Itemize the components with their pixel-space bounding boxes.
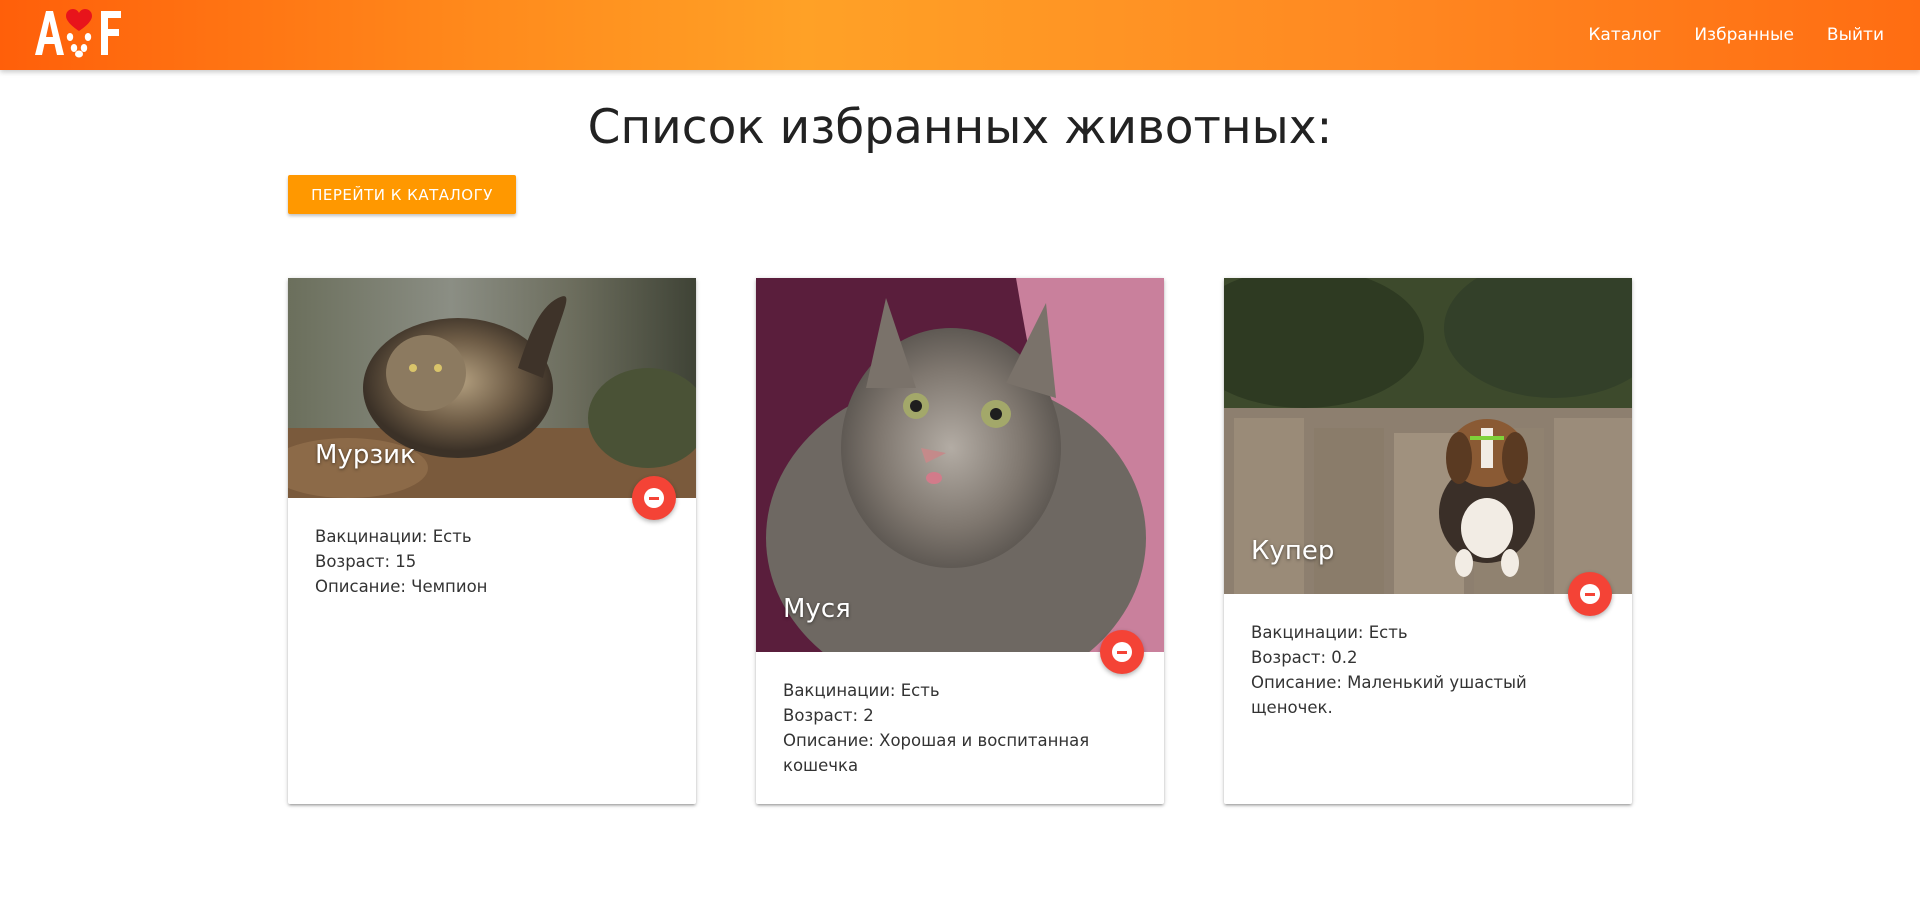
navbar: Каталог Избранные Выйти — [0, 0, 1920, 70]
remove-favorite-button[interactable] — [632, 476, 676, 520]
remove-favorite-button[interactable] — [1100, 630, 1144, 674]
nav-link-logout[interactable]: Выйти — [1827, 25, 1884, 45]
pet-name: Мурзик — [315, 440, 416, 470]
pet-vaccinations: Вакцинации: Есть — [315, 527, 472, 546]
pet-photo-kuper: Купер — [1224, 278, 1632, 594]
pet-vaccinations: Вакцинации: Есть — [783, 681, 940, 700]
pet-age: Возраст: 2 — [783, 706, 874, 725]
pet-age: Возраст: 0.2 — [1251, 648, 1358, 667]
remove-circle-icon — [1580, 584, 1600, 604]
pet-card-murzik: Мурзик Вакцинации: Есть Возраст: 15 Опис… — [288, 278, 696, 804]
pet-description: Описание: Маленький ушастый щеночек. — [1251, 673, 1527, 717]
pet-info: Вакцинации: Есть Возраст: 0.2 Описание: … — [1251, 620, 1605, 720]
pet-info: Вакцинации: Есть Возраст: 2 Описание: Хо… — [783, 678, 1137, 778]
nav-link-favorites[interactable]: Избранные — [1694, 25, 1794, 45]
nav-link-catalog[interactable]: Каталог — [1588, 25, 1661, 45]
pet-card-kuper: Купер Вакцинации: Есть Возраст: 0.2 Опис… — [1224, 278, 1632, 804]
remove-favorite-button[interactable] — [1568, 572, 1612, 616]
remove-circle-icon — [1112, 642, 1132, 662]
pet-vaccinations: Вакцинации: Есть — [1251, 623, 1408, 642]
pet-card-musya: Муся Вакцинации: Есть Возраст: 2 Описани… — [756, 278, 1164, 804]
go-to-catalog-button[interactable]: Перейти к каталогу — [288, 175, 516, 214]
remove-circle-icon — [644, 488, 664, 508]
pet-age: Возраст: 15 — [315, 552, 417, 571]
pet-photo-musya: Муся — [756, 278, 1164, 652]
page-title: Список избранных животных: — [587, 100, 1333, 155]
pet-name: Купер — [1251, 536, 1335, 566]
pet-description: Описание: Чемпион — [315, 577, 488, 596]
pet-info: Вакцинации: Есть Возраст: 15 Описание: Ч… — [315, 524, 669, 599]
paw-heart-logo-icon[interactable] — [33, 7, 125, 59]
pet-description: Описание: Хорошая и воспитанная кошечка — [783, 731, 1090, 775]
pet-name: Муся — [783, 594, 851, 624]
nav-links: Каталог Избранные Выйти — [1555, 0, 1884, 70]
pet-photo-murzik: Мурзик — [288, 278, 696, 498]
